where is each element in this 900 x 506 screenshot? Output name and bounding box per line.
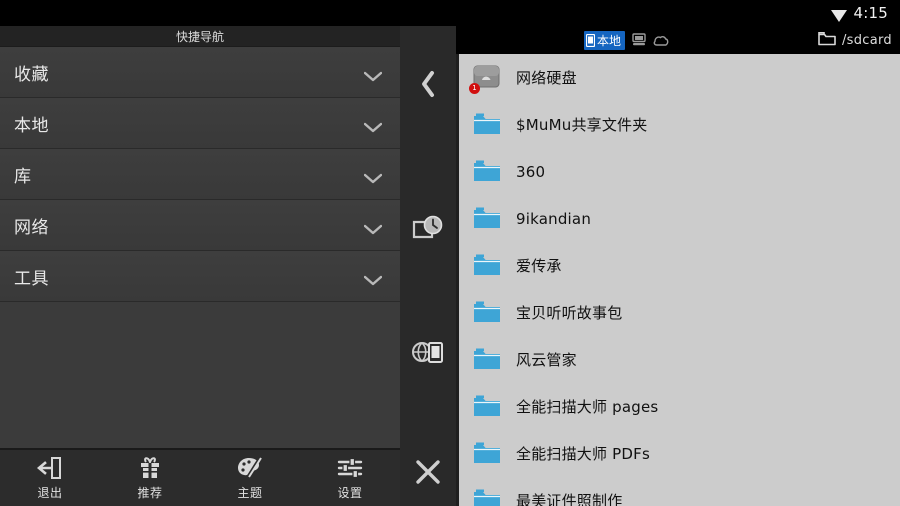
file-name: 宝贝听听故事包: [516, 304, 623, 322]
tab-computer[interactable]: [632, 31, 646, 50]
navigation-drawer: 快捷导航 收藏 本地 库 网络 工具 退出 推荐 主题 设置: [0, 26, 400, 506]
folder-icon: [474, 207, 500, 228]
close-icon: [414, 458, 442, 486]
recent-history-icon: [411, 213, 445, 243]
file-row[interactable]: 全能扫描大师 PDFs: [456, 430, 900, 477]
close-button[interactable]: [400, 444, 456, 500]
file-browser-panel: 1 网络硬盘 $MuMu共享文件夹 360 9ikandian 爱传承宝贝听听故事包 风云管…: [456, 26, 900, 506]
file-name: 最美证件照制作: [516, 492, 623, 506]
folder-outline-icon: [818, 31, 836, 50]
sidebar-item-tools[interactable]: 工具: [0, 251, 400, 302]
chevron-left-icon: [418, 70, 438, 98]
file-name: 9ikandian: [516, 209, 592, 228]
sidebar-item-favorites[interactable]: 收藏: [0, 47, 400, 98]
folder-icon: [473, 441, 501, 467]
tab-local[interactable]: 本地: [584, 30, 626, 50]
network-button[interactable]: [400, 324, 456, 380]
file-name: 爱传承: [516, 257, 562, 275]
chevron-down-icon[interactable]: [363, 220, 383, 234]
file-row[interactable]: 爱传承: [456, 242, 900, 289]
sidebar-item-local[interactable]: 本地: [0, 98, 400, 149]
sliders-icon: [336, 455, 364, 481]
recent-button[interactable]: [400, 200, 456, 256]
drawer-list: 收藏 本地 库 网络 工具: [0, 47, 400, 498]
computer-icon: [632, 32, 646, 45]
path-bar: 本地 /sdcard: [456, 26, 900, 54]
tab-cloud[interactable]: [653, 31, 669, 50]
android-status-bar: 4:15: [0, 0, 900, 26]
folder-icon: [473, 300, 501, 326]
tool-label: 主题: [237, 486, 263, 500]
status-badge: 1: [469, 82, 480, 94]
network-device-icon: [411, 338, 445, 366]
file-list[interactable]: 1 网络硬盘 $MuMu共享文件夹 360 9ikandian 爱传承宝贝听听故事包 风云管…: [456, 54, 900, 506]
exit-door-icon: [36, 455, 64, 481]
file-row[interactable]: 360: [456, 148, 900, 195]
file-row[interactable]: 风云管家: [456, 336, 900, 383]
tool-label: 推荐: [137, 486, 163, 500]
file-row[interactable]: 9ikandian: [456, 195, 900, 242]
folder-icon: [474, 301, 500, 322]
sidebar-item-network[interactable]: 网络: [0, 200, 400, 251]
folder-icon: [474, 442, 500, 463]
sidebar-item-label: 本地: [14, 115, 49, 136]
phone-icon: [586, 33, 595, 47]
gift-icon: [136, 455, 164, 481]
file-name: 全能扫描大师 pages: [516, 398, 659, 416]
tool-label: 设置: [337, 486, 363, 500]
app-root: 4:15 快捷导航 收藏 本地 库 网络 工具 退出 推荐 主题 设置 1 网络…: [0, 0, 900, 506]
file-name: 全能扫描大师 PDFs: [516, 445, 651, 463]
folder-icon: [473, 394, 501, 420]
exit-button[interactable]: 退出: [0, 450, 100, 506]
sidebar-item-label: 网络: [14, 217, 49, 238]
theme-button[interactable]: 主题: [200, 450, 300, 506]
location-tabs: 本地: [584, 30, 669, 50]
sidebar-item-library[interactable]: 库: [0, 149, 400, 200]
folder-icon: [474, 160, 500, 181]
cloud-icon: [653, 35, 669, 46]
file-row[interactable]: 1 网络硬盘: [456, 54, 900, 101]
collapse-drawer-button[interactable]: [400, 56, 456, 112]
folder-icon: [473, 347, 501, 373]
settings-button[interactable]: 设置: [300, 450, 400, 506]
folder-icon: [474, 113, 500, 134]
recommend-button[interactable]: 推荐: [100, 450, 200, 506]
chevron-down-icon[interactable]: [363, 67, 383, 81]
vertical-toolbar: [400, 26, 456, 506]
sidebar-item-label: 工具: [14, 268, 49, 289]
folder-icon: [474, 395, 500, 416]
wifi-icon: [830, 7, 847, 22]
tab-label: 本地: [597, 33, 622, 48]
folder-icon: [474, 254, 500, 275]
sidebar-item-label: 收藏: [14, 64, 49, 85]
file-name: 360: [516, 162, 546, 181]
drawer-bottom-toolbar: 退出 推荐 主题 设置: [0, 448, 400, 506]
folder-icon: [473, 112, 501, 138]
file-row[interactable]: 全能扫描大师 pages: [456, 383, 900, 430]
folder-icon: [474, 489, 500, 506]
file-name: $MuMu共享文件夹: [516, 116, 648, 134]
path-text: /sdcard: [842, 32, 892, 48]
chevron-down-icon[interactable]: [363, 271, 383, 285]
drawer-title: 快捷导航: [0, 26, 400, 47]
folder-icon: [473, 488, 501, 506]
folder-icon: [473, 253, 501, 279]
folder-icon: [473, 206, 501, 232]
file-name: 网络硬盘: [516, 69, 577, 87]
file-row[interactable]: $MuMu共享文件夹: [456, 101, 900, 148]
sidebar-item-label: 库: [14, 166, 32, 187]
folder-icon: [474, 348, 500, 369]
network-drive-icon: 1: [469, 65, 501, 94]
tool-label: 退出: [37, 486, 63, 500]
current-path-display[interactable]: /sdcard: [818, 31, 892, 50]
panel-left-edge: [456, 54, 459, 506]
palette-icon: [236, 455, 264, 481]
file-name: 风云管家: [516, 351, 577, 369]
status-clock: 4:15: [853, 3, 888, 22]
folder-icon: [473, 159, 501, 185]
file-row[interactable]: 最美证件照制作: [456, 477, 900, 506]
file-row[interactable]: 宝贝听听故事包: [456, 289, 900, 336]
chevron-down-icon[interactable]: [363, 169, 383, 183]
chevron-down-icon[interactable]: [363, 118, 383, 132]
